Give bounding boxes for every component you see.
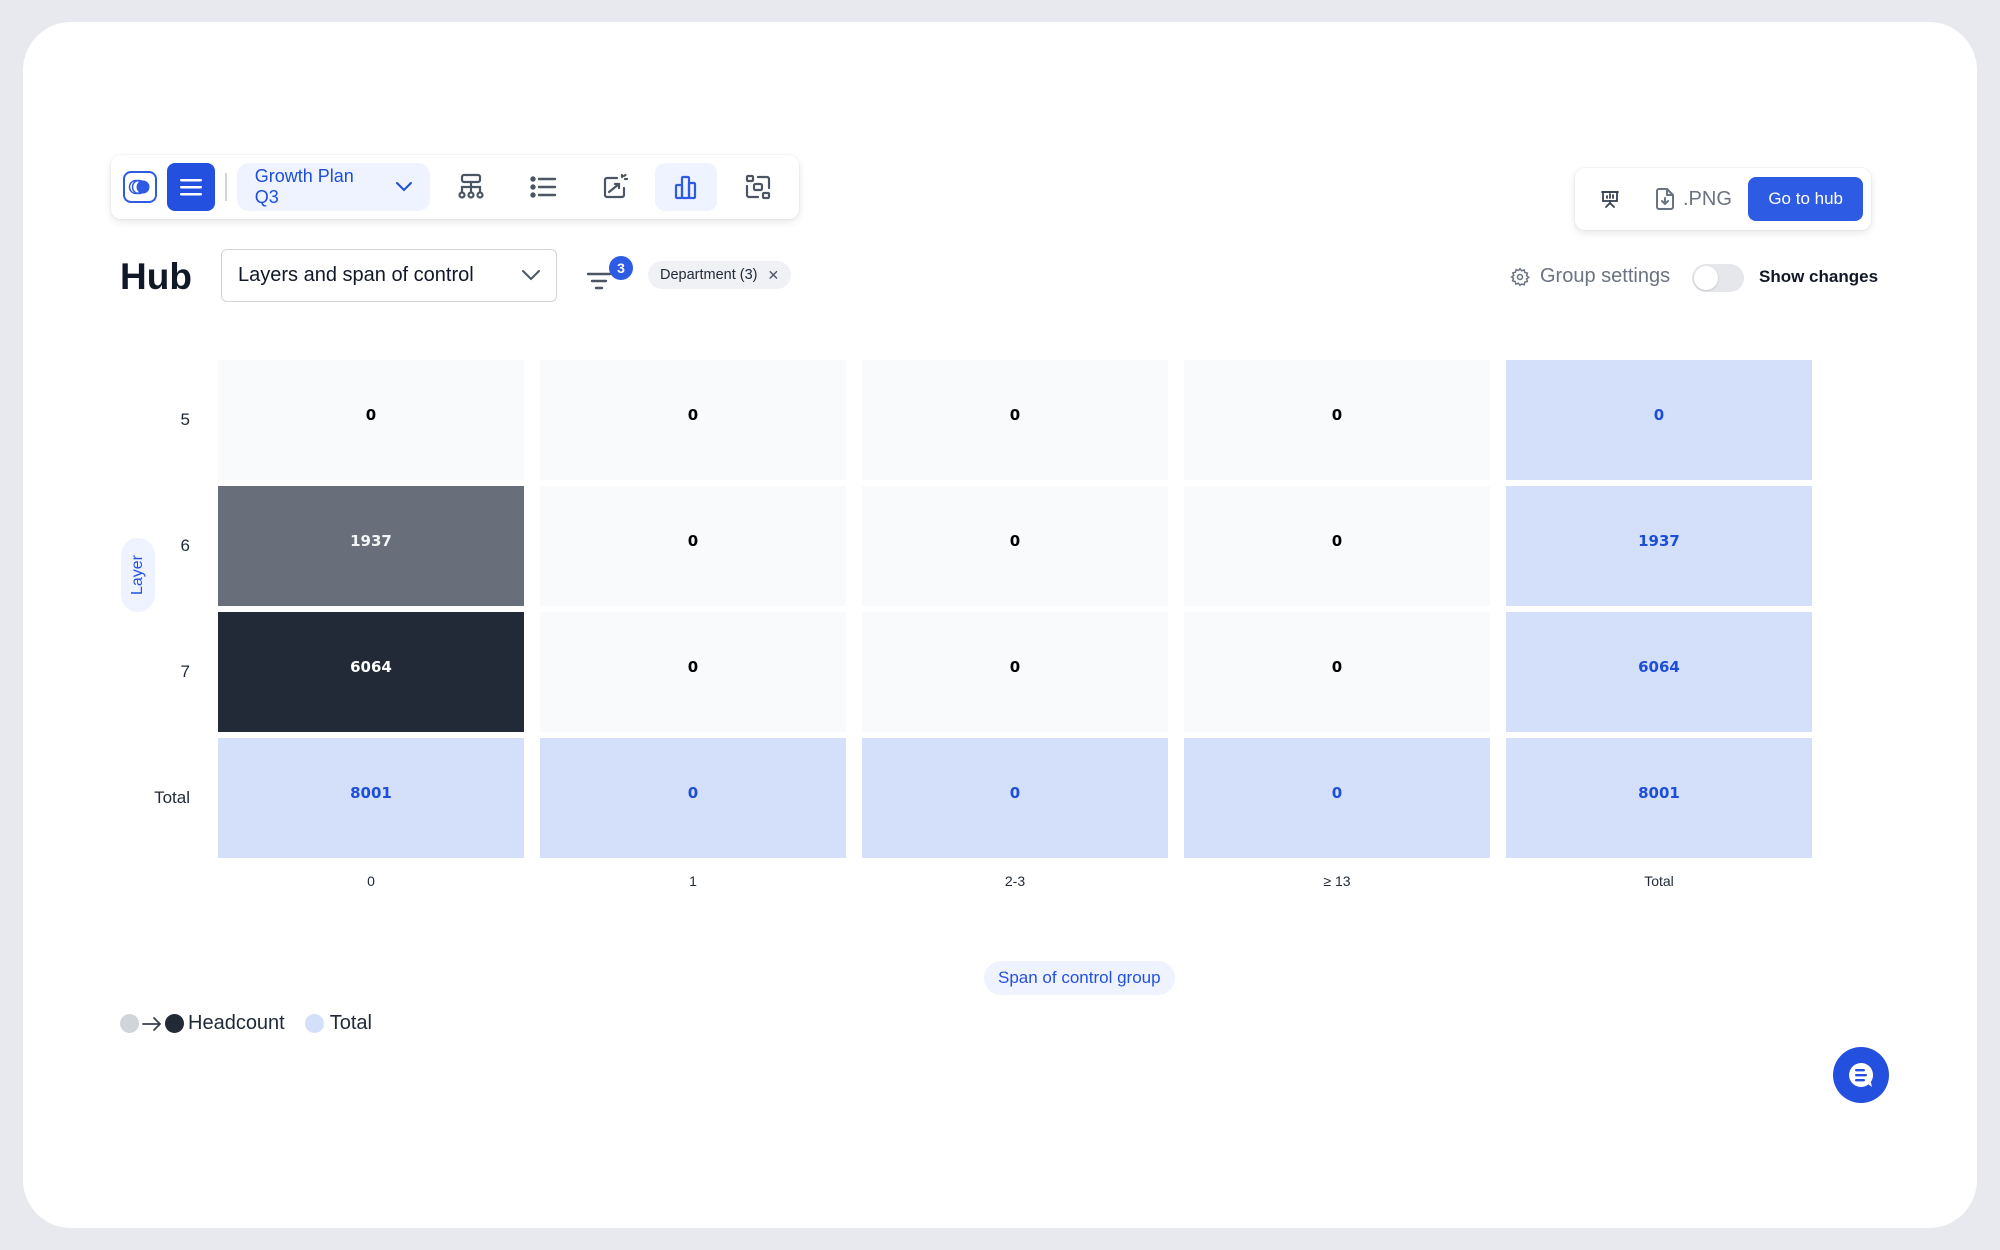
filter-chip-department[interactable]: Department (3) ✕ (648, 261, 792, 289)
export-png-button[interactable]: .PNG (1655, 187, 1732, 211)
legend-gradient-end-swatch (165, 1014, 184, 1033)
row-label: 7 (180, 662, 190, 681)
chart-legend: Headcount Total (120, 1012, 372, 1035)
heatmap-cell[interactable]: 0 (862, 486, 1168, 606)
present-button[interactable] (1595, 184, 1625, 214)
chat-icon (1849, 1062, 1874, 1087)
total-cell[interactable]: 0 (862, 738, 1168, 858)
filter-count-badge: 3 (609, 256, 633, 280)
view-select-value: Layers and span of control (238, 264, 474, 286)
page-title: Hub (120, 256, 192, 297)
chevron-down-icon (522, 270, 540, 281)
x-axis-label: Span of control group (984, 961, 1175, 995)
gear-icon (1510, 266, 1530, 286)
total-cell[interactable]: 0 (1184, 738, 1490, 858)
plan-selector[interactable]: Growth Plan Q3 (236, 163, 431, 211)
legend-gradient-start-swatch (120, 1014, 139, 1033)
go-to-hub-button[interactable]: Go to hub (1748, 177, 1863, 221)
chevron-down-icon (396, 182, 413, 192)
compare-icon (746, 174, 771, 200)
scenario-view-button[interactable] (584, 163, 646, 211)
column-label: ≥ 13 (1323, 873, 1351, 889)
heatmap-cell[interactable]: 0 (1184, 486, 1490, 606)
heatmap-cell[interactable]: 0 (540, 486, 846, 606)
total-cell[interactable]: 1937 (1506, 486, 1812, 606)
heatmap-cell[interactable]: 0 (540, 360, 846, 480)
chart-icon (675, 175, 697, 200)
plan-label: Growth Plan Q3 (254, 166, 354, 207)
file-download-icon (1656, 188, 1674, 210)
heatmap-cell[interactable]: 0 (862, 612, 1168, 732)
column-label: 0 (367, 873, 375, 889)
org-chart-view-button[interactable] (440, 163, 502, 211)
heatmap-cell[interactable]: 0 (1184, 612, 1490, 732)
column-label: 1 (689, 873, 697, 889)
total-cell[interactable]: 8001 (218, 738, 524, 858)
column-label: Total (1644, 873, 1674, 889)
show-changes-label: Show changes (1759, 267, 1879, 286)
menu-button[interactable] (166, 163, 215, 211)
list-view-button[interactable] (512, 163, 574, 211)
compare-view-button[interactable] (727, 163, 789, 211)
row-label: 5 (180, 410, 190, 429)
menu-icon (179, 179, 202, 196)
legend-total-label: Total (329, 1012, 372, 1034)
total-cell[interactable]: 0 (1506, 360, 1812, 480)
legend-total-swatch (304, 1014, 324, 1033)
scenario-icon (603, 173, 628, 199)
heatmap-cell[interactable]: 6064 (218, 612, 524, 732)
main-toolbar: Growth Plan Q3 (111, 155, 799, 219)
view-select[interactable]: Layers and span of control (221, 249, 557, 302)
toggle-knob (1694, 266, 1718, 290)
png-label: .PNG (1683, 187, 1732, 210)
row-label: Total (154, 788, 190, 807)
group-settings-button[interactable]: Group settings (1510, 265, 1670, 288)
chart-view-button[interactable] (655, 163, 718, 211)
heatmap-cell[interactable]: 1937 (218, 486, 524, 606)
filter-chip-label: Department (3) (660, 267, 758, 283)
org-chart-icon (458, 173, 484, 199)
row-label: 6 (180, 536, 190, 555)
total-cell[interactable]: 6064 (1506, 612, 1812, 732)
presentation-icon (1601, 191, 1619, 208)
heatmap-cell[interactable]: 0 (540, 612, 846, 732)
group-settings-label: Group settings (1540, 265, 1671, 287)
total-cell[interactable]: 8001 (1506, 738, 1812, 858)
list-icon (530, 176, 557, 198)
chat-button[interactable] (1833, 1047, 1889, 1103)
total-cell[interactable]: 0 (540, 738, 846, 858)
column-label: 2-3 (1004, 873, 1026, 889)
heatmap-cell[interactable]: 0 (862, 360, 1168, 480)
heatmap-cell[interactable]: 0 (1184, 360, 1490, 480)
arrow-right-icon (142, 1016, 162, 1031)
logo-icon[interactable] (123, 171, 157, 203)
show-changes-toggle[interactable] (1692, 264, 1744, 292)
legend-headcount-label: Headcount (188, 1012, 285, 1034)
export-toolbar: .PNG Go to hub (1575, 168, 1871, 230)
heatmap-cell[interactable]: 0 (218, 360, 524, 480)
toolbar-divider (224, 173, 227, 201)
close-icon[interactable]: ✕ (768, 267, 780, 284)
